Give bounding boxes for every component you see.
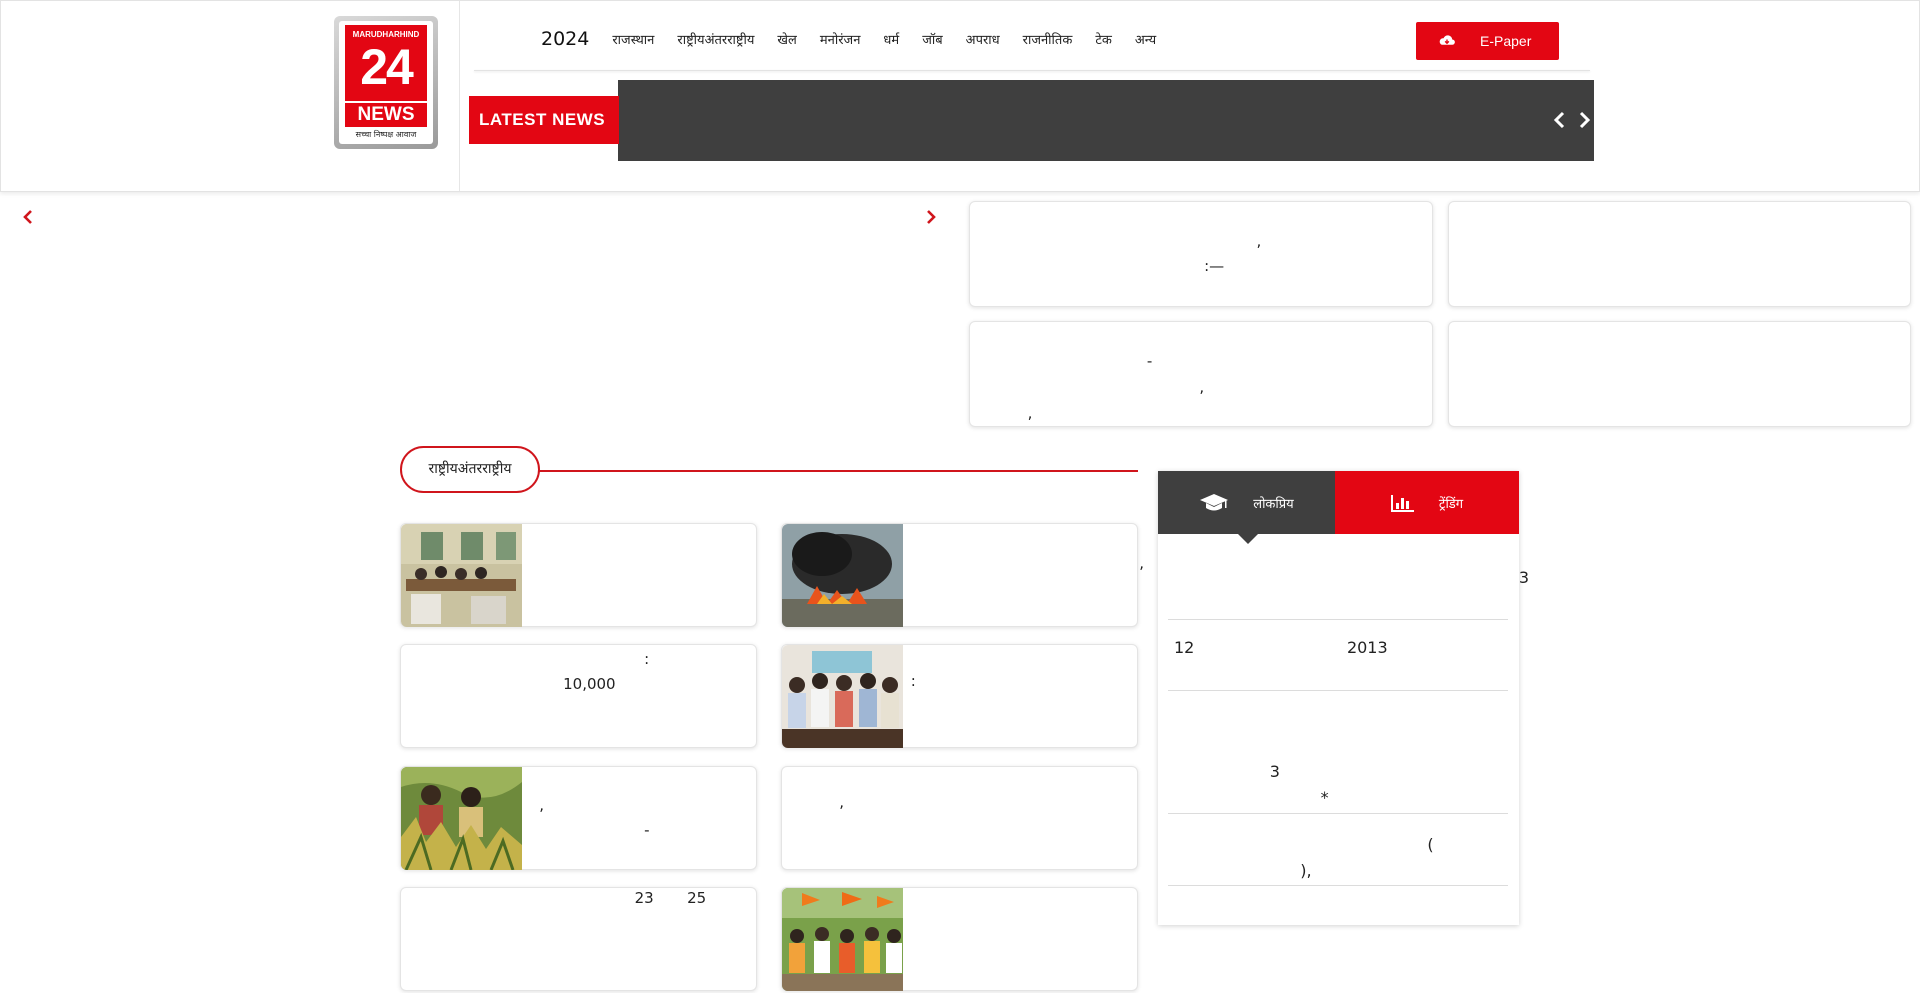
tab-list-item[interactable]: 3 * (1168, 691, 1508, 814)
logo-column: MARUDHARHIND 24 NEWS सच्चा निष्पक्ष आवाज (1, 1, 460, 191)
slider-next-icon[interactable] (924, 208, 938, 226)
latest-news-label: LATEST NEWS (469, 96, 619, 144)
nav-item-entertainment[interactable]: मनोरंजन (820, 30, 861, 48)
logo-red-block: MARUDHARHIND 24 (345, 25, 427, 101)
section-rule (530, 470, 1138, 472)
logo-news: NEWS (345, 103, 427, 127)
news-card[interactable]: : 10,000 (400, 644, 757, 748)
news-headline: , (782, 793, 844, 811)
tab-list-item-text: ( ), (1300, 835, 1434, 880)
nav-divider (474, 70, 1590, 71)
tab-trending[interactable]: ट्रेंडिंग (1335, 471, 1519, 534)
logo-tagline: सच्चा निष्पक्ष आवाज (355, 130, 417, 139)
tab-list-item-text: 12 2013 (1174, 638, 1388, 657)
news-thumbnail (782, 645, 903, 748)
news-headline: , (1063, 554, 1145, 572)
news-thumbnail (782, 524, 903, 627)
tab-list-item-text: 3 * (1269, 762, 1329, 807)
nav-item-jobs[interactable]: जॉब (922, 30, 942, 48)
news-thumbnail (401, 524, 522, 627)
news-card[interactable] (781, 887, 1138, 991)
main-nav: 2024 राजस्थान राष्ट्रीयअंतरराष्ट्रीय खेल… (541, 28, 1156, 50)
section-title[interactable]: राष्ट्रीयअंतरराष्ट्रीय (400, 446, 540, 493)
tab-list-item[interactable]: 12 2013 (1168, 620, 1508, 691)
top-news-card-3[interactable]: - , , (969, 321, 1433, 427)
news-card[interactable]: , (781, 766, 1138, 870)
latest-news-ticker (618, 80, 1594, 161)
top-news-card-2[interactable] (1448, 201, 1911, 307)
news-card[interactable]: , - (400, 766, 757, 870)
tab-popular-label: लोकप्रिय (1253, 496, 1294, 512)
nav-item-crime[interactable]: अपराध (966, 30, 1000, 48)
tab-list-item[interactable]: ( ), (1168, 814, 1508, 886)
news-card[interactable]: , (781, 523, 1144, 627)
top-news-card-1[interactable]: , :— (969, 201, 1433, 307)
bar-chart-icon (1390, 494, 1414, 512)
graduation-cap-icon (1200, 493, 1229, 510)
ticker-prev-icon[interactable] (1552, 110, 1568, 130)
news-card[interactable]: : (781, 644, 1138, 748)
news-card[interactable] (400, 523, 757, 627)
popular-trending-widget: लोकप्रिय ट्रेंडिंग 3 12 2013 3 * (), (1158, 471, 1529, 925)
nav-item-year[interactable]: 2024 (541, 28, 589, 50)
nav-item-sports[interactable]: खेल (777, 30, 796, 48)
card-headline: , :— (980, 232, 1262, 275)
epaper-button[interactable]: E-Paper (1416, 22, 1559, 60)
tab-list-item[interactable]: 3 (1168, 534, 1529, 620)
tab-list-item-text: 3 (1168, 568, 1530, 587)
card-headline: - , , (980, 352, 1205, 422)
logo-brand: MARUDHARHIND (352, 30, 420, 39)
logo-number: 24 (360, 39, 414, 95)
ticker-next-icon[interactable] (1576, 110, 1592, 130)
logo-inner: MARUDHARHIND 24 NEWS सच्चा निष्पक्ष आवाज (339, 21, 433, 144)
nav-item-religion[interactable]: धर्म (883, 30, 899, 48)
news-headline: 23 25 (401, 889, 707, 907)
top-news-card-4[interactable] (1448, 321, 1911, 427)
slider-prev-icon[interactable] (21, 208, 35, 226)
site-logo[interactable]: MARUDHARHIND 24 NEWS सच्चा निष्पक्ष आवाज (334, 16, 438, 149)
epaper-label: E-Paper (1480, 33, 1532, 49)
news-headline: : (782, 672, 916, 690)
tab-trending-label: ट्रेंडिंग (1438, 496, 1464, 512)
news-headline: , - (539, 796, 650, 839)
nav-item-national-international[interactable]: राष्ट्रीयअंतरराष्ट्रीय (677, 30, 754, 48)
cloud-download-icon (1439, 35, 1455, 45)
news-card[interactable]: 23 25 (400, 887, 757, 991)
news-headline: : 10,000 (563, 650, 650, 693)
section-header: राष्ट्रीयअंतरराष्ट्रीय (400, 446, 1138, 494)
nav-item-rajasthan[interactable]: राजस्थान (612, 30, 654, 48)
tab-popular[interactable]: लोकप्रिय (1158, 471, 1335, 534)
nav-item-politics[interactable]: राजनीतिक (1023, 30, 1073, 48)
news-thumbnail (782, 888, 903, 991)
nav-item-other[interactable]: अन्य (1135, 30, 1156, 48)
nav-item-tech[interactable]: टेक (1095, 30, 1112, 48)
